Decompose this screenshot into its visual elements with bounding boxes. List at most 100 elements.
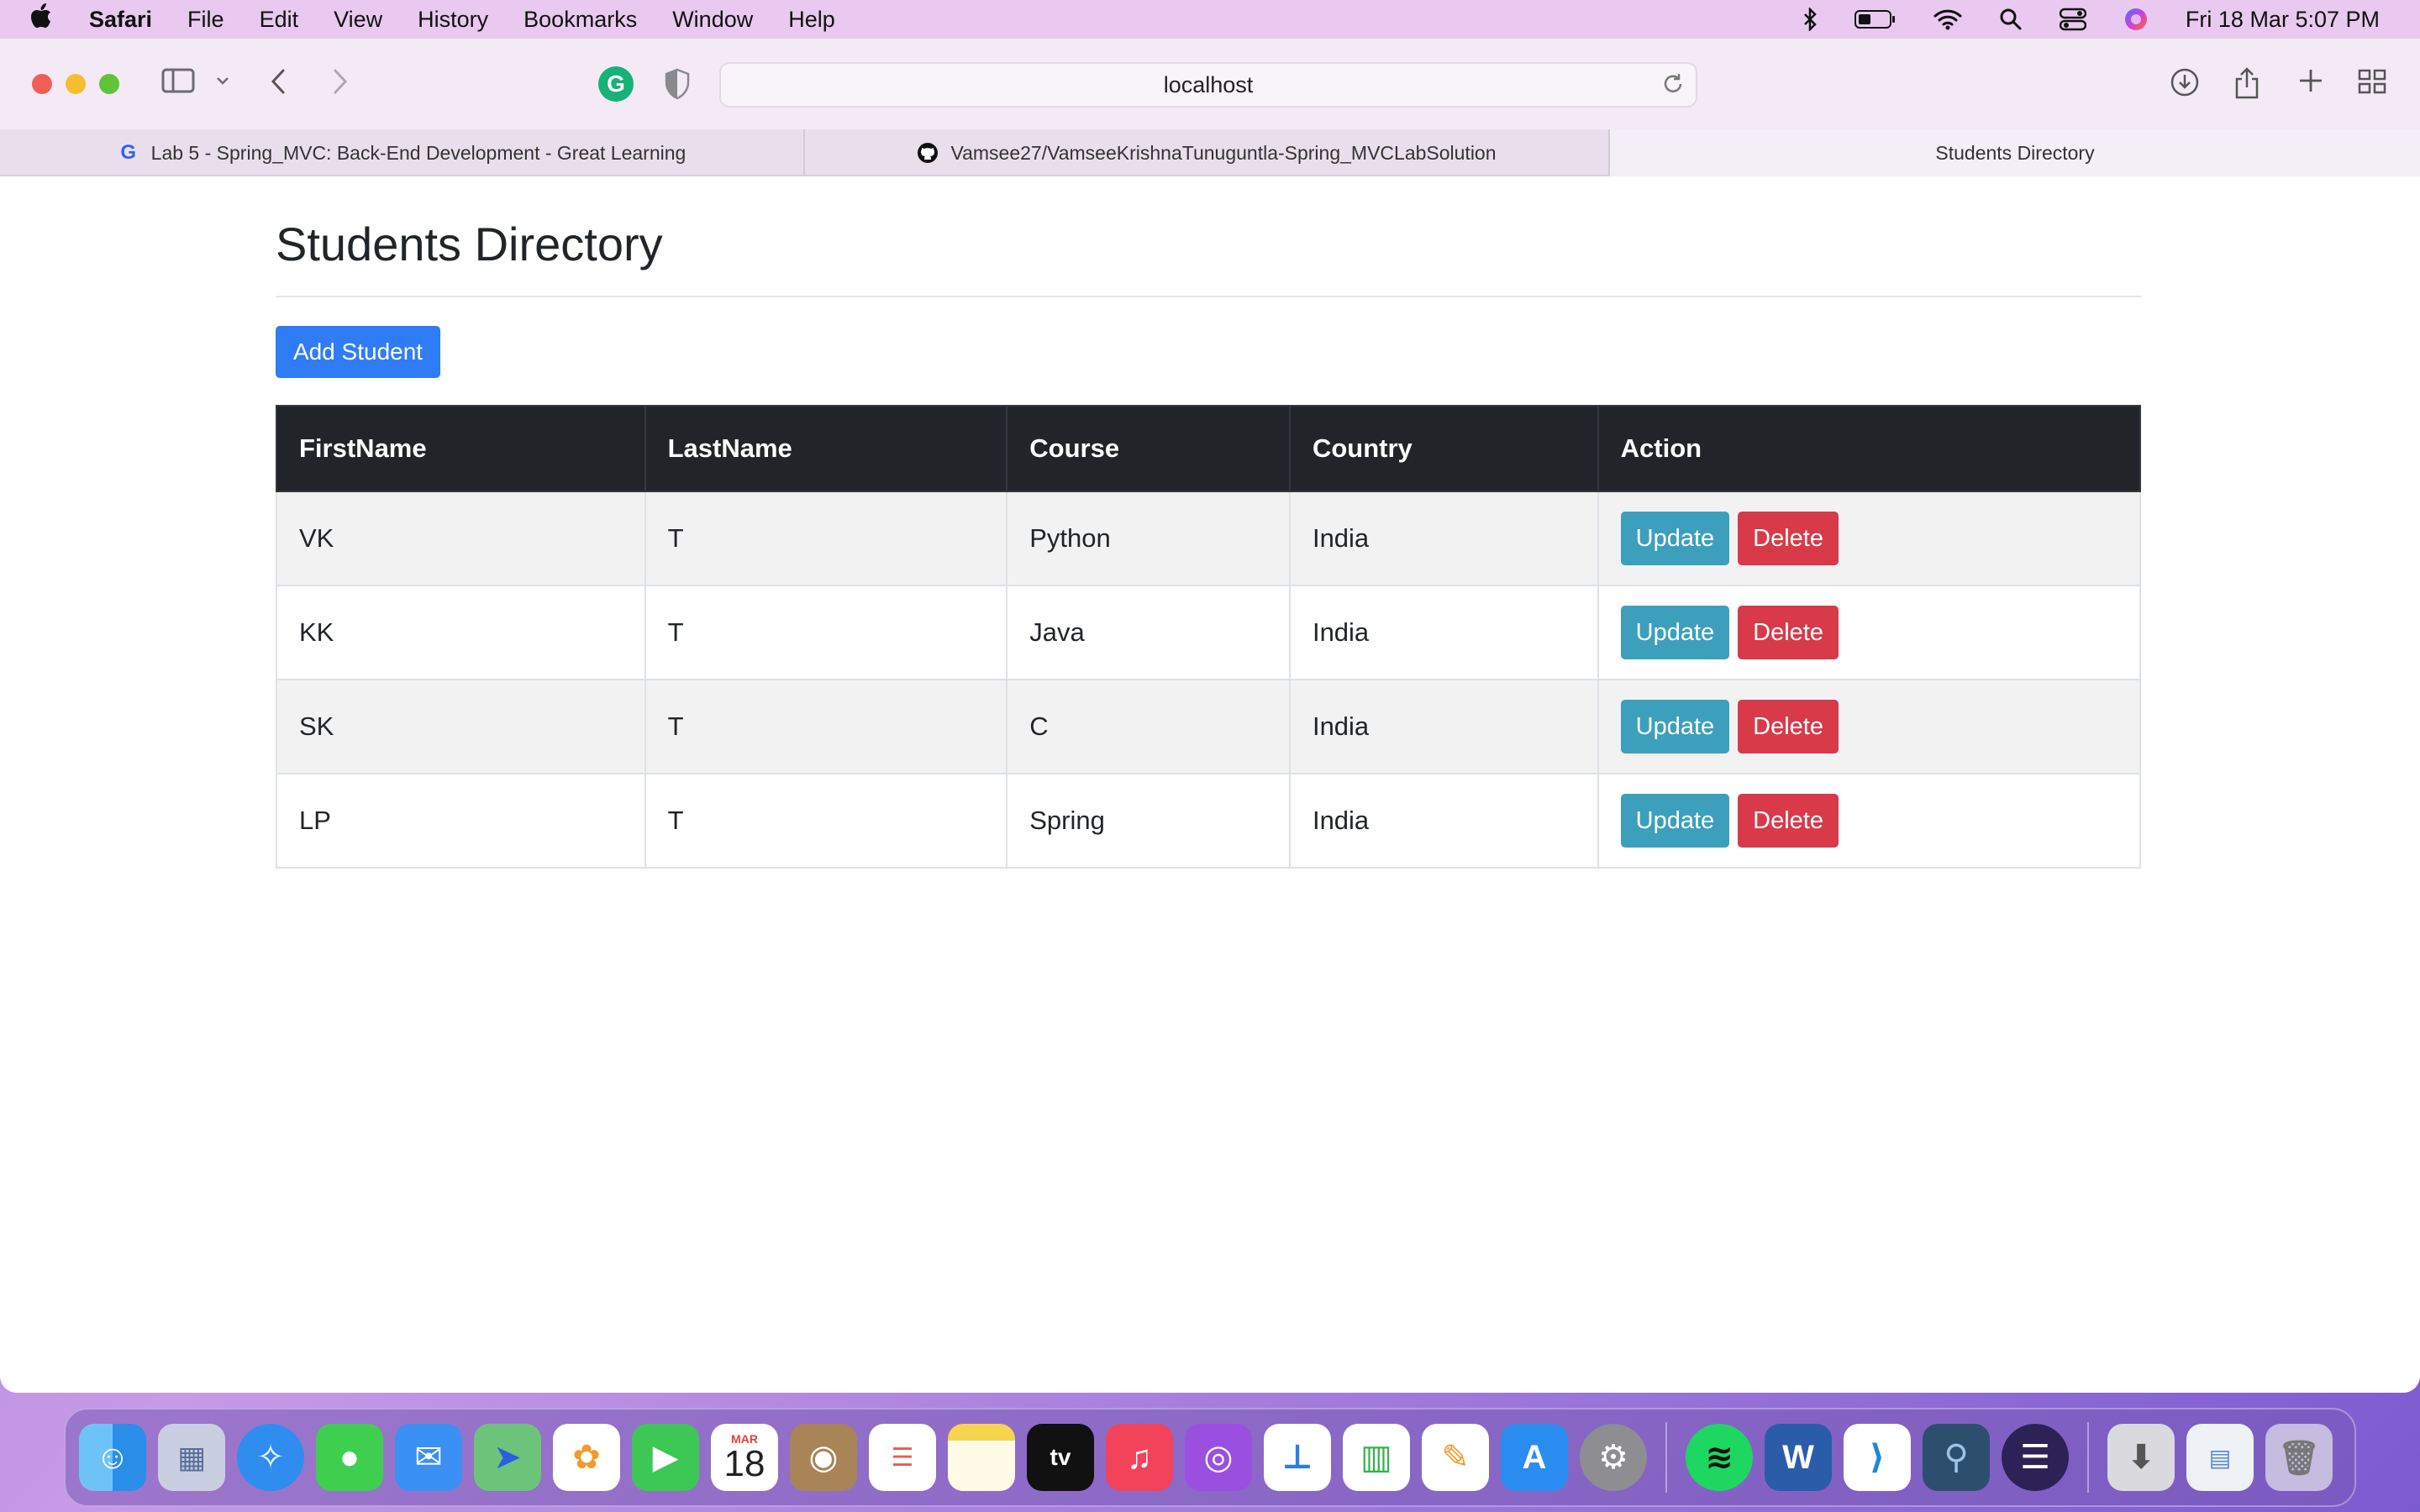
- maps-icon[interactable]: ➤: [474, 1424, 541, 1491]
- downloads-icon[interactable]: [2170, 67, 2200, 105]
- tab-overview-icon[interactable]: [2358, 67, 2386, 103]
- tab-label: Vamsee27/VamseeKrishnaTunuguntla-Spring_…: [950, 141, 1497, 164]
- cell-firstname: KK: [276, 585, 646, 680]
- cell-action: Update Delete: [1597, 773, 2142, 869]
- table-row: SK T C India Update Delete: [276, 679, 2142, 774]
- update-button[interactable]: Update: [1620, 794, 1730, 848]
- music-icon[interactable]: ♫: [1106, 1424, 1173, 1491]
- keynote-icon[interactable]: ⊥: [1264, 1424, 1331, 1491]
- page-content: Students Directory Add Student FirstName…: [0, 176, 2420, 1393]
- menu-app-safari[interactable]: Safari: [89, 7, 152, 33]
- photos-icon[interactable]: ✿: [553, 1424, 620, 1491]
- cell-lastname: T: [644, 773, 1008, 869]
- browser-toolbar: G localhost: [0, 39, 2420, 129]
- share-icon[interactable]: [2233, 67, 2260, 107]
- cell-course: Spring: [1006, 773, 1291, 869]
- system-preferences-icon[interactable]: ⚙: [1580, 1424, 1647, 1491]
- cell-course: Java: [1006, 585, 1291, 680]
- apple-menu-icon[interactable]: [30, 3, 64, 35]
- contacts-icon[interactable]: ◉: [790, 1424, 857, 1491]
- update-button[interactable]: Update: [1620, 606, 1730, 659]
- spotlight-search-icon[interactable]: [1999, 8, 2023, 31]
- tv-icon[interactable]: tv: [1027, 1424, 1094, 1491]
- mysql-workbench-icon[interactable]: ⚲: [1923, 1424, 1990, 1491]
- menu-file[interactable]: File: [187, 7, 224, 33]
- pages-icon[interactable]: ✎: [1422, 1424, 1489, 1491]
- update-button[interactable]: Update: [1620, 700, 1730, 753]
- reload-icon[interactable]: [1662, 72, 1684, 102]
- cell-firstname: SK: [276, 679, 646, 774]
- calendar-icon[interactable]: MAR 18: [711, 1424, 778, 1491]
- column-header-action: Action: [1597, 405, 2142, 492]
- reminders-icon[interactable]: ☰: [869, 1424, 936, 1491]
- update-button[interactable]: Update: [1620, 512, 1730, 565]
- menubar-clock[interactable]: Fri 18 Mar 5:07 PM: [2186, 7, 2380, 33]
- control-center-icon[interactable]: [2059, 8, 2086, 31]
- bluetooth-icon[interactable]: [1802, 8, 1818, 31]
- tab-bar: G Lab 5 - Spring_MVC: Back-End Developme…: [0, 129, 2420, 176]
- safari-icon[interactable]: ✧: [237, 1424, 304, 1491]
- delete-button[interactable]: Delete: [1738, 606, 1839, 659]
- word-icon[interactable]: W: [1765, 1424, 1832, 1491]
- cell-lastname: T: [644, 679, 1008, 774]
- chevron-down-icon[interactable]: [215, 67, 230, 101]
- tab-github[interactable]: Vamsee27/VamseeKrishnaTunuguntla-Spring_…: [805, 129, 1610, 176]
- launchpad-icon[interactable]: ▦: [158, 1424, 225, 1491]
- dock-separator: [1665, 1422, 1667, 1493]
- messages-icon[interactable]: ●: [316, 1424, 383, 1491]
- vscode-icon[interactable]: ⟩: [1844, 1424, 1911, 1491]
- menu-help[interactable]: Help: [788, 7, 835, 33]
- menu-view[interactable]: View: [334, 7, 382, 33]
- siri-icon[interactable]: [2123, 7, 2149, 32]
- cell-course: C: [1006, 679, 1291, 774]
- privacy-shield-icon[interactable]: [664, 68, 691, 100]
- tab-students-directory[interactable]: Students Directory: [1610, 129, 2420, 176]
- podcasts-icon[interactable]: ◎: [1185, 1424, 1252, 1491]
- tab-great-learning[interactable]: G Lab 5 - Spring_MVC: Back-End Developme…: [0, 129, 805, 176]
- menu-window[interactable]: Window: [672, 7, 753, 33]
- grammarly-extension-icon[interactable]: G: [598, 66, 634, 102]
- notes-icon[interactable]: [948, 1424, 1015, 1491]
- cell-action: Update Delete: [1597, 585, 2142, 680]
- spotify-icon[interactable]: ≋: [1686, 1424, 1753, 1491]
- battery-icon[interactable]: [1854, 9, 1897, 29]
- column-header-country: Country: [1288, 405, 1599, 492]
- zoom-window-button[interactable]: [99, 74, 119, 94]
- cell-country: India: [1288, 679, 1599, 774]
- close-window-button[interactable]: [32, 74, 52, 94]
- menu-bookmarks[interactable]: Bookmarks: [523, 7, 637, 33]
- window-controls: [32, 74, 133, 94]
- menu-history[interactable]: History: [418, 7, 488, 33]
- eclipse-icon[interactable]: ☰: [2002, 1424, 2069, 1491]
- menu-edit[interactable]: Edit: [260, 7, 299, 33]
- back-arrow-icon[interactable]: [269, 67, 289, 103]
- address-text: localhost: [1163, 71, 1254, 97]
- table-row: LP T Spring India Update Delete: [276, 773, 2142, 869]
- cell-lastname: T: [644, 585, 1008, 680]
- app-store-icon[interactable]: A: [1501, 1424, 1568, 1491]
- sidebar-toggle-icon[interactable]: [161, 67, 195, 101]
- finder-icon[interactable]: ☺: [79, 1424, 146, 1491]
- minimize-window-button[interactable]: [66, 74, 86, 94]
- trash-icon[interactable]: 🗑: [2265, 1424, 2333, 1491]
- title-divider: [276, 296, 2141, 297]
- column-header-course: Course: [1006, 405, 1291, 492]
- cell-country: India: [1288, 491, 1599, 586]
- delete-button[interactable]: Delete: [1738, 700, 1839, 753]
- delete-button[interactable]: Delete: [1738, 794, 1839, 848]
- new-tab-plus-icon[interactable]: [2297, 67, 2324, 102]
- numbers-icon[interactable]: ▥: [1343, 1424, 1410, 1491]
- wifi-icon[interactable]: [1933, 8, 1962, 30]
- facetime-icon[interactable]: ▶: [632, 1424, 699, 1491]
- delete-button[interactable]: Delete: [1738, 512, 1839, 565]
- mail-icon[interactable]: ✉: [395, 1424, 462, 1491]
- column-header-firstname: FirstName: [276, 405, 646, 492]
- cell-firstname: VK: [276, 491, 646, 586]
- add-student-button[interactable]: Add Student: [276, 326, 440, 378]
- downloads-icon[interactable]: ⬇: [2107, 1424, 2175, 1491]
- cell-course: Python: [1006, 491, 1291, 586]
- forward-arrow-icon[interactable]: [329, 67, 350, 103]
- calendar-day: 18: [723, 1443, 765, 1484]
- address-bar[interactable]: localhost: [719, 62, 1697, 108]
- documents-icon[interactable]: ▤: [2186, 1424, 2254, 1491]
